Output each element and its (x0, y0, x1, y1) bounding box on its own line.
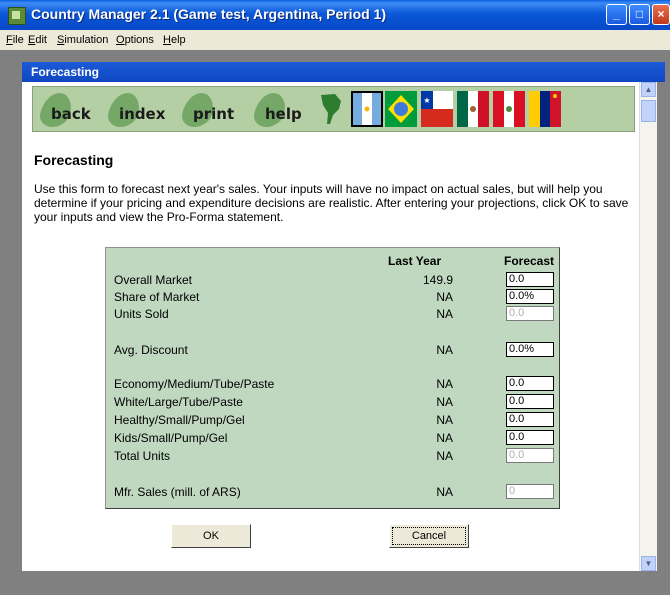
menu-help[interactable]: Help (163, 34, 186, 46)
forecast-input[interactable]: 0.0% (506, 342, 554, 357)
row-label: White/Large/Tube/Paste (114, 395, 243, 409)
column-header-forecast: Forecast (504, 254, 555, 268)
last-year-value: NA (436, 343, 453, 357)
forecast-input: 0.0 (506, 306, 554, 321)
last-year-value: NA (436, 413, 453, 427)
last-year-value: NA (436, 449, 453, 463)
back-button[interactable]: back (37, 93, 101, 127)
index-button[interactable]: index (105, 93, 179, 127)
last-year-value: NA (436, 485, 453, 499)
panel-title: Forecasting (22, 62, 665, 82)
minimize-button[interactable]: _ (606, 4, 627, 25)
navigation-bar: back index print help ★ (32, 86, 635, 132)
south-america-map-icon[interactable] (315, 91, 347, 127)
help-button[interactable]: help (251, 93, 315, 127)
argentina-flag-icon[interactable] (351, 91, 383, 127)
forecast-input[interactable]: 0.0 (506, 412, 554, 427)
last-year-value: NA (436, 377, 453, 391)
cancel-button[interactable]: Cancel (389, 524, 469, 548)
row-label: Overall Market (114, 273, 193, 287)
forecast-input: 0.0 (506, 448, 554, 463)
intro-text: Use this form to forecast next year's sa… (34, 182, 629, 224)
menu-simulation[interactable]: Simulation (57, 34, 108, 46)
last-year-value: 149.9 (422, 273, 453, 287)
row-label: Units Sold (114, 307, 169, 321)
row-label: Mfr. Sales (mill. of ARS) (114, 485, 241, 499)
maximize-button[interactable]: □ (629, 4, 650, 25)
forecast-input: 0 (506, 484, 554, 499)
scroll-up-icon[interactable]: ▲ (641, 82, 656, 97)
scroll-down-icon[interactable]: ▼ (641, 556, 656, 571)
last-year-value: NA (436, 431, 453, 445)
page-heading: Forecasting (34, 152, 114, 168)
ok-button[interactable]: OK (171, 524, 251, 548)
chile-flag-icon[interactable]: ★ (421, 91, 453, 127)
menu-file[interactable]: File (6, 34, 24, 46)
print-button[interactable]: print (179, 93, 245, 127)
app-icon[interactable] (8, 7, 26, 25)
row-label: Kids/Small/Pump/Gel (114, 431, 228, 445)
scroll-thumb[interactable] (641, 100, 656, 122)
forecast-input[interactable]: 0.0% (506, 289, 554, 304)
forecast-table: Last Year Forecast Overall Market 149.9 0.… (105, 247, 560, 509)
menu-bar: File Edit Simulation Options Help (0, 30, 670, 50)
row-label: Healthy/Small/Pump/Gel (114, 413, 245, 427)
mexico-flag-icon[interactable] (457, 91, 489, 127)
row-label: Economy/Medium/Tube/Paste (114, 377, 275, 391)
row-label: Avg. Discount (114, 343, 188, 357)
forecast-input[interactable]: 0.0 (506, 394, 554, 409)
forecast-input[interactable]: 0.0 (506, 430, 554, 445)
row-label: Share of Market (114, 290, 200, 304)
menu-edit[interactable]: Edit (28, 34, 47, 46)
last-year-value: NA (436, 395, 453, 409)
vertical-scrollbar[interactable]: ▲ ▼ (639, 82, 657, 571)
last-year-value: NA (436, 290, 453, 304)
menu-options[interactable]: Options (116, 34, 154, 46)
column-header-last-year: Last Year (388, 254, 442, 268)
forecast-input[interactable]: 0.0 (506, 376, 554, 391)
window-title: Country Manager 2.1 (Game test, Argentin… (31, 6, 387, 22)
brazil-flag-icon[interactable] (385, 91, 417, 127)
venezuela-flag-icon[interactable] (529, 91, 561, 127)
peru-flag-icon[interactable] (493, 91, 525, 127)
close-button[interactable]: × (652, 4, 670, 25)
title-bar[interactable]: Country Manager 2.1 (Game test, Argentin… (0, 0, 670, 30)
svg-text:★: ★ (423, 96, 430, 105)
forecasting-content: back index print help ★ Forecasting Use … (22, 82, 639, 571)
row-label: Total Units (114, 449, 171, 463)
forecast-input[interactable]: 0.0 (506, 272, 554, 287)
last-year-value: NA (436, 307, 453, 321)
